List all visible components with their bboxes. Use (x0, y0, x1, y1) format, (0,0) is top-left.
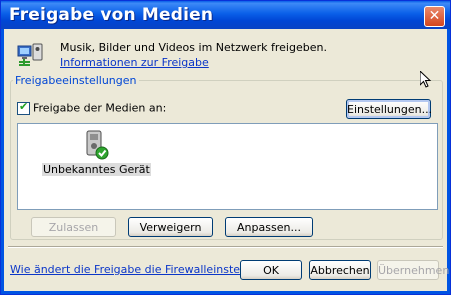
device-item[interactable]: Unbekanntes Gerät (42, 129, 151, 176)
customize-button[interactable]: Anpassen... (225, 217, 313, 237)
title-bar[interactable]: Freigabe von Medien ✕ (1, 1, 450, 29)
group-legend: Freigabeeinstellungen (13, 74, 139, 87)
sharing-info-link[interactable]: Informationen zur Freigabe (60, 56, 209, 69)
media-device-check-icon (86, 130, 109, 160)
deny-button[interactable]: Verweigern (128, 217, 213, 237)
share-media-checkbox-row[interactable]: ✔ Freigabe der Medien an: (17, 99, 167, 115)
mouse-pointer-icon (420, 71, 432, 88)
device-list[interactable]: Unbekanntes Gerät (17, 123, 438, 210)
share-media-checkbox[interactable]: ✔ (17, 99, 30, 115)
ok-button[interactable]: OK (240, 260, 302, 280)
sharing-settings-group: Freigabeeinstellungen ✔ Freigabe der Medi… (10, 74, 443, 240)
close-button[interactable]: ✕ (424, 6, 445, 27)
network-media-icon (17, 43, 43, 66)
cancel-button[interactable]: Abbrechen (309, 260, 371, 280)
close-icon: ✕ (428, 8, 441, 24)
allow-button[interactable]: Zulassen (31, 217, 116, 237)
share-media-label: Freigabe der Medien an: (33, 101, 167, 115)
sharing-description: Musik, Bilder und Videos im Netzwerk fre… (60, 41, 327, 54)
settings-button[interactable]: Einstellungen... (346, 99, 432, 119)
media-sharing-dialog: Freigabe von Medien ✕ Musik, Bilder und … (0, 0, 451, 295)
checkmark-icon: ✔ (19, 99, 29, 113)
separator (8, 246, 443, 248)
window-title: Freigabe von Medien (9, 5, 214, 25)
apply-button[interactable]: Übernehmen (377, 260, 449, 280)
device-label: Unbekanntes Gerät (42, 163, 151, 176)
dialog-body: Musik, Bilder und Videos im Netzwerk fre… (4, 29, 449, 291)
